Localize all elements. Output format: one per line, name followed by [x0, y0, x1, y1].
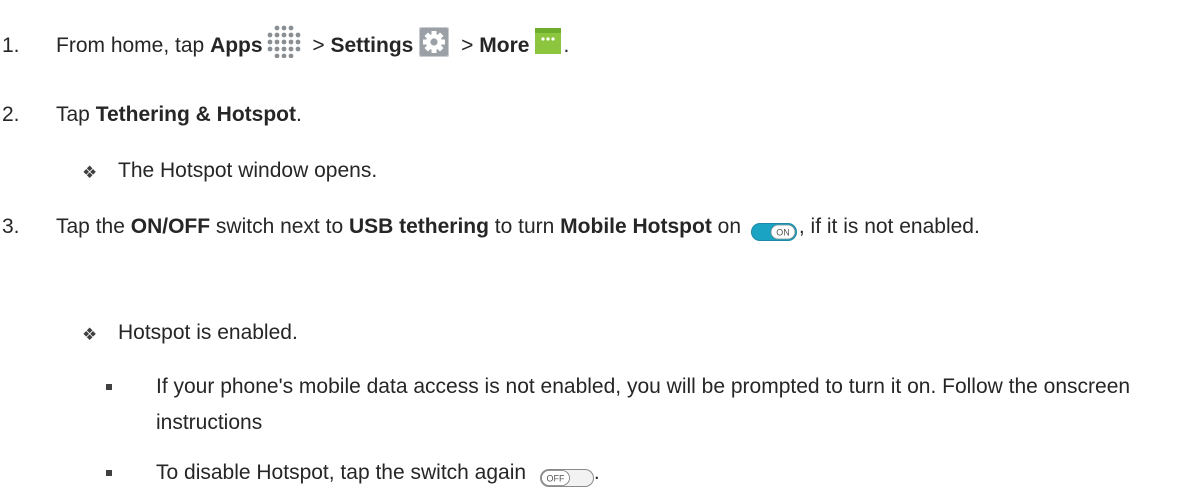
text-run: on — [711, 215, 747, 238]
step-text: Tap the ON/OFF switch next to USB tether… — [56, 209, 1146, 245]
apps-grid-icon — [267, 24, 301, 59]
on-off-term: ON/OFF — [130, 215, 211, 238]
text-run: to turn — [488, 215, 561, 238]
text-run: From home, tap — [56, 34, 211, 57]
text-run: . — [295, 103, 302, 126]
settings-gear-icon — [419, 27, 450, 58]
text-run: Tap — [56, 103, 96, 126]
usb-tethering-term: USB tethering — [348, 215, 489, 238]
switch-off-icon: OFF — [539, 463, 594, 487]
text-run: > — [455, 34, 480, 57]
text-run: switch next to — [210, 215, 349, 238]
text-run: > — [306, 34, 331, 57]
text-run: . — [563, 34, 570, 57]
diamond-bullet-icon: ❖ — [82, 163, 98, 182]
text-run: . — [593, 461, 600, 484]
text-run: Tap the — [56, 215, 131, 238]
text-run: To disable Hotspot, tap the switch again — [156, 461, 532, 484]
more-dots-icon — [535, 28, 562, 55]
step-number: 2. — [2, 103, 20, 126]
switch-off-label: OFF — [546, 474, 564, 484]
note-text: If your phone's mobile data access is no… — [156, 375, 1131, 434]
step-text: From home, tap Apps > Settings > More . — [56, 26, 570, 59]
result-text: The Hotspot window opens. — [118, 159, 378, 182]
settings-term: Settings — [330, 34, 414, 57]
mobile-hotspot-term: Mobile Hotspot — [560, 215, 712, 238]
step-number: 3. — [2, 215, 20, 238]
apps-term: Apps — [210, 34, 263, 57]
square-bullet-icon — [106, 470, 112, 476]
square-bullet-icon — [106, 384, 112, 390]
step-number: 1. — [2, 34, 20, 57]
instruction-document: 1. From home, tap Apps > Settings > More… — [0, 0, 1182, 496]
step-text: Tap Tethering & Hotspot. — [56, 102, 302, 128]
tethering-hotspot-term: Tethering & Hotspot — [95, 103, 296, 126]
switch-on-label: ON — [776, 228, 790, 238]
text-run: , if it is not enabled. — [798, 215, 980, 238]
diamond-bullet-icon: ❖ — [82, 325, 98, 344]
switch-on-icon: ON — [750, 217, 797, 241]
note-text: To disable Hotspot, tap the switch again… — [156, 455, 1156, 491]
more-term: More — [479, 34, 530, 57]
result-text: Hotspot is enabled. — [118, 321, 298, 344]
